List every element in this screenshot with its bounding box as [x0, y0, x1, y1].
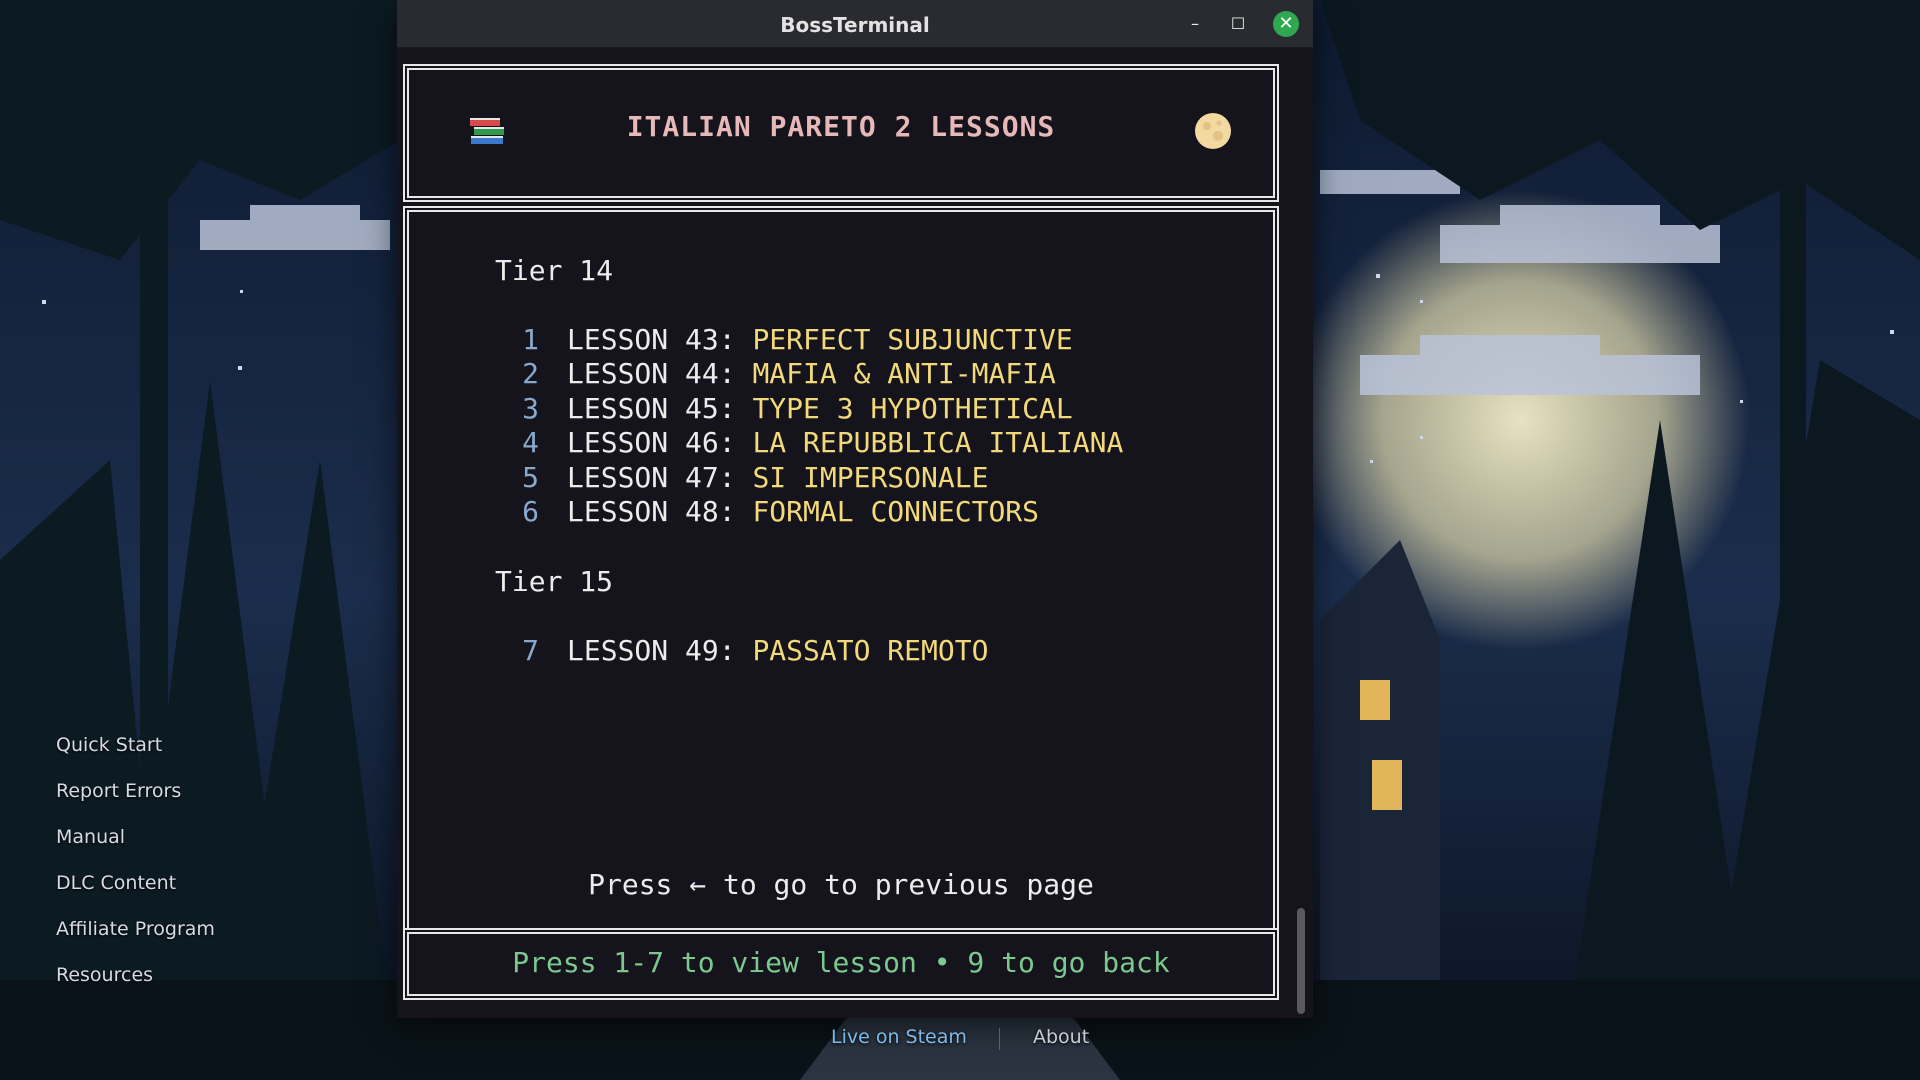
lesson-list-box: Tier 14 1 LESSON 43: PERFECT SUBJUNCTIVE … — [403, 206, 1279, 980]
lesson-number: 2 — [522, 357, 539, 390]
maximize-button[interactable]: ☐ — [1226, 12, 1250, 36]
minimize-button[interactable]: – — [1183, 12, 1207, 36]
lesson-label: LESSON 47: — [567, 461, 736, 494]
side-link-dlc-content[interactable]: DLC Content — [56, 874, 215, 893]
lesson-label: LESSON 49: — [567, 634, 736, 667]
lesson-title: FORMAL CONNECTORS — [752, 495, 1040, 528]
scrollbar[interactable] — [1297, 908, 1305, 1014]
lesson-item[interactable]: 5 LESSON 47: SI IMPERSONALE — [509, 461, 988, 494]
lesson-label: LESSON 45: — [567, 392, 736, 425]
tier-heading: Tier 15 — [495, 565, 614, 598]
lesson-item[interactable]: 6 LESSON 48: FORMAL CONNECTORS — [509, 495, 1039, 528]
lesson-title: PERFECT SUBJUNCTIVE — [752, 323, 1073, 356]
header-box: ITALIAN PARETO 2 LESSONS — [403, 64, 1279, 202]
side-link-quick-start[interactable]: Quick Start — [56, 736, 215, 755]
lesson-item[interactable]: 2 LESSON 44: MAFIA & ANTI-MAFIA — [509, 357, 1056, 390]
lesson-item[interactable]: 3 LESSON 45: TYPE 3 HYPOTHETICAL — [509, 392, 1073, 425]
about-link[interactable]: About — [1033, 1026, 1089, 1048]
side-link-resources[interactable]: Resources — [56, 966, 215, 985]
window-titlebar[interactable]: BossTerminal – ☐ ✕ — [397, 0, 1313, 48]
lesson-number: 1 — [522, 323, 539, 356]
window-title: BossTerminal — [780, 13, 930, 37]
lesson-number: 5 — [522, 461, 539, 494]
tier-heading: Tier 14 — [495, 254, 614, 287]
moon-icon — [1195, 113, 1231, 149]
lesson-title: TYPE 3 HYPOTHETICAL — [752, 392, 1073, 425]
lesson-title: SI IMPERSONALE — [752, 461, 989, 494]
lesson-number: 3 — [522, 392, 539, 425]
lesson-label: LESSON 46: — [567, 426, 736, 459]
lesson-label: LESSON 48: — [567, 495, 736, 528]
lesson-item[interactable]: 4 LESSON 46: LA REPUBBLICA ITALIANA — [509, 426, 1123, 459]
footer-box: Press 1-7 to view lesson • 9 to go back — [403, 928, 1279, 1000]
lesson-number: 7 — [522, 634, 539, 667]
lesson-label: LESSON 44: — [567, 357, 736, 390]
side-link-affiliate-program[interactable]: Affiliate Program — [56, 920, 215, 939]
lesson-title: PASSATO REMOTO — [752, 634, 989, 667]
lesson-item[interactable]: 7 LESSON 49: PASSATO REMOTO — [509, 634, 988, 667]
lesson-title: LA REPUBBLICA ITALIANA — [752, 426, 1124, 459]
close-button[interactable]: ✕ — [1273, 11, 1299, 37]
terminal-window: BossTerminal – ☐ ✕ ITALIAN PARETO 2 LESS… — [397, 0, 1313, 1018]
previous-page-hint: Press ← to go to previous page — [588, 868, 1094, 901]
terminal-content: ITALIAN PARETO 2 LESSONS Tier 14 1 LESSON… — [397, 48, 1313, 1018]
side-link-manual[interactable]: Manual — [56, 828, 215, 847]
lesson-number: 6 — [522, 495, 539, 528]
footer-hint: Press 1-7 to view lesson • 9 to go back — [512, 946, 1170, 979]
lesson-label: LESSON 43: — [567, 323, 736, 356]
side-links: Quick Start Report Errors Manual DLC Con… — [56, 736, 215, 1012]
link-separator — [999, 1028, 1000, 1050]
side-link-report-errors[interactable]: Report Errors — [56, 782, 215, 801]
lesson-title: MAFIA & ANTI-MAFIA — [752, 357, 1056, 390]
live-on-steam-link[interactable]: Live on Steam — [831, 1026, 967, 1048]
lesson-number: 4 — [522, 426, 539, 459]
lesson-item[interactable]: 1 LESSON 43: PERFECT SUBJUNCTIVE — [509, 323, 1073, 356]
page-title: ITALIAN PARETO 2 LESSONS — [626, 110, 1056, 143]
